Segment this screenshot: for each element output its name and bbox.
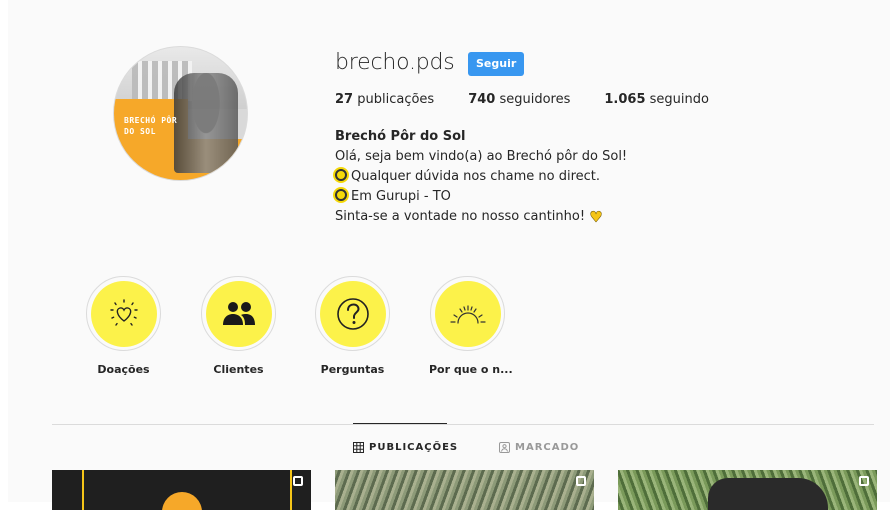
post-thumbnail[interactable] bbox=[335, 470, 594, 510]
sun-icon bbox=[335, 169, 347, 181]
profile-bio: Brechó Pôr do Sol Olá, seja bem vindo(a)… bbox=[335, 127, 627, 227]
stat-followers-label: seguidores bbox=[499, 92, 571, 107]
highlight-cover bbox=[205, 280, 272, 347]
highlight-por-que[interactable]: Por que o n... bbox=[429, 276, 513, 376]
tab-marcado-label: MARCADO bbox=[515, 442, 580, 453]
sunrise-icon bbox=[449, 304, 486, 324]
tabs-divider bbox=[52, 424, 874, 425]
bio-line-3: Em Gurupi - TO bbox=[335, 187, 627, 207]
highlight-ring bbox=[86, 276, 161, 351]
profile-username: brecho.pds bbox=[335, 50, 455, 75]
bio-name: Brechó Pôr do Sol bbox=[335, 129, 466, 144]
highlight-cover bbox=[319, 280, 386, 347]
bio-line-2: Qualquer dúvida nos chame no direct. bbox=[335, 167, 627, 187]
stat-posts-value: 27 bbox=[335, 92, 354, 107]
multiple-photos-icon bbox=[859, 476, 869, 486]
stat-followers-value: 740 bbox=[468, 92, 496, 107]
stat-following-value: 1.065 bbox=[604, 92, 646, 107]
yellow-heart-icon: ♥ bbox=[589, 208, 603, 226]
grid-icon bbox=[353, 442, 364, 453]
heart-icon bbox=[109, 298, 138, 326]
highlight-cover bbox=[90, 280, 157, 347]
post-clothing bbox=[708, 478, 828, 510]
people-icon bbox=[222, 301, 255, 325]
tag-icon bbox=[499, 442, 510, 453]
stat-posts-label: publicações bbox=[357, 92, 435, 107]
highlight-cover bbox=[434, 280, 501, 347]
highlight-ring bbox=[315, 276, 390, 351]
bio-line-4: Sinta-se a vontade no nosso cantinho! ♥ bbox=[335, 207, 627, 227]
active-tab-indicator bbox=[353, 423, 447, 424]
highlight-clientes[interactable]: Clientes bbox=[200, 276, 277, 376]
highlight-doacoes[interactable]: Doações bbox=[85, 276, 162, 376]
multiple-photos-icon bbox=[293, 476, 303, 486]
post-thumbnail[interactable] bbox=[618, 470, 877, 510]
highlight-label: Por que o n... bbox=[429, 363, 513, 376]
highlight-ring bbox=[201, 276, 276, 351]
stat-following-label: seguindo bbox=[649, 92, 709, 107]
highlight-label: Doações bbox=[97, 363, 150, 376]
bio-line-1: Olá, seja bem vindo(a) ao Brechó pôr do … bbox=[335, 149, 628, 164]
post-thumbnail[interactable] bbox=[52, 470, 311, 510]
avatar-brand-line-1: BRECHÓ PÔR bbox=[124, 116, 178, 125]
avatar-brand-line-2: DO SOL bbox=[124, 127, 156, 136]
highlight-label: Clientes bbox=[213, 363, 264, 376]
stat-posts[interactable]: 27 publicações bbox=[335, 92, 434, 107]
bio-line-3-text: Em Gurupi - TO bbox=[351, 189, 451, 204]
sun-icon bbox=[335, 189, 347, 201]
stat-followers[interactable]: 740 seguidores bbox=[468, 92, 570, 107]
highlight-perguntas[interactable]: Perguntas bbox=[314, 276, 391, 376]
highlight-label: Perguntas bbox=[320, 363, 385, 376]
question-icon bbox=[336, 297, 369, 330]
tab-publicacoes-label: PUBLICAÇÕES bbox=[369, 442, 459, 453]
multiple-photos-icon bbox=[576, 476, 586, 486]
avatar-brand-text: BRECHÓ PÔR DO SOL bbox=[124, 115, 177, 137]
follow-button[interactable]: Seguir bbox=[468, 52, 525, 76]
bio-line-4-text: Sinta-se a vontade no nosso cantinho! bbox=[335, 209, 586, 224]
profile-stats: 27 publicações 740 seguidores 1.065 segu… bbox=[335, 92, 709, 107]
tab-marcado[interactable]: MARCADO bbox=[499, 442, 579, 453]
stat-following[interactable]: 1.065 seguindo bbox=[604, 92, 709, 107]
avatar-people bbox=[174, 73, 238, 173]
bio-line-2-text: Qualquer dúvida nos chame no direct. bbox=[351, 169, 601, 184]
profile-avatar[interactable]: BRECHÓ PÔR DO SOL bbox=[114, 47, 247, 180]
tab-publicacoes[interactable]: PUBLICAÇÕES bbox=[353, 442, 458, 453]
highlight-ring bbox=[430, 276, 505, 351]
